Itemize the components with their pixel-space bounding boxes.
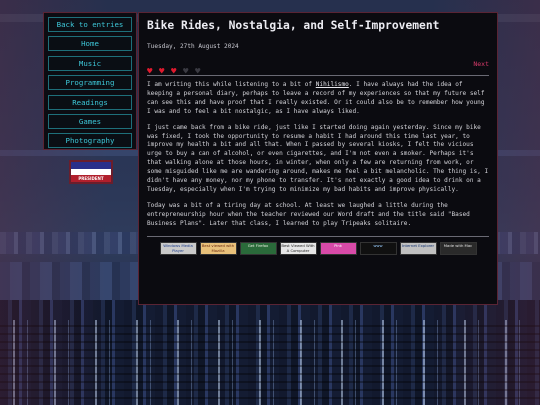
badge-label: PRESIDENT [71, 175, 111, 182]
windows-media-badge[interactable]: Windows Media Player [159, 241, 197, 255]
heart-icon: ♥ [183, 67, 189, 77]
sidebar-item-home[interactable]: Home [48, 36, 132, 52]
pink-badge[interactable]: Pink [319, 241, 357, 255]
paragraph-3: Today was a bit of a tiring day at schoo… [147, 201, 470, 227]
mozilla-badge[interactable]: Best viewed with Mozilla [199, 241, 237, 255]
president-badge[interactable]: PRESIDENT [69, 160, 113, 184]
rating-row: ♥ ♥ ♥ ♥ ♥ Next [147, 59, 489, 77]
next-post-link[interactable]: Next [473, 60, 489, 68]
heart-icon: ♥ [195, 67, 201, 77]
www-badge[interactable]: www [359, 241, 397, 255]
sidebar-nav: Back to entries Home Music Programming R… [43, 12, 137, 150]
sidebar-item-back-to-entries[interactable]: Back to entries [48, 17, 132, 32]
monitor-badge[interactable]: Best Viewed With A Computer Monitor [279, 241, 317, 255]
ie-badge[interactable]: Internet Explorer [399, 241, 437, 255]
post-date: Tuesday, 27th August 2024 [147, 43, 239, 50]
heart-icon: ♥ [147, 67, 153, 77]
post-title: Bike Rides, Nostalgia, and Self-Improvem… [147, 19, 440, 32]
paragraph-2: I just came back from a bike ride, just … [147, 123, 489, 193]
heart-icon: ♥ [159, 67, 165, 77]
paragraph-1-start: I am writing this while listening to a b… [147, 81, 316, 88]
firefox-badge[interactable]: Get Firefox [239, 241, 277, 255]
heart-icon: ♥ [171, 67, 177, 77]
sidebar-item-readings[interactable]: Readings [48, 94, 132, 110]
blog-post-panel: Bike Rides, Nostalgia, and Self-Improvem… [138, 12, 498, 305]
badge-buttons-row: Windows Media Player Best viewed with Moz… [147, 241, 489, 255]
heart-rating: ♥ ♥ ♥ ♥ ♥ [147, 59, 207, 78]
sidebar-item-programming[interactable]: Programming [48, 75, 132, 91]
sidebar-item-photography[interactable]: Photography [48, 133, 132, 149]
divider [147, 235, 489, 237]
sidebar-item-music[interactable]: Music [48, 55, 132, 71]
mac-badge[interactable]: Made with Mac [439, 241, 477, 255]
post-body: I am writing this while listening to a b… [147, 81, 489, 229]
nihilismo-link[interactable]: Nihilismo [316, 81, 349, 88]
paragraph-1: I am writing this while listening to a b… [147, 81, 489, 117]
sidebar-item-games[interactable]: Games [48, 113, 132, 129]
